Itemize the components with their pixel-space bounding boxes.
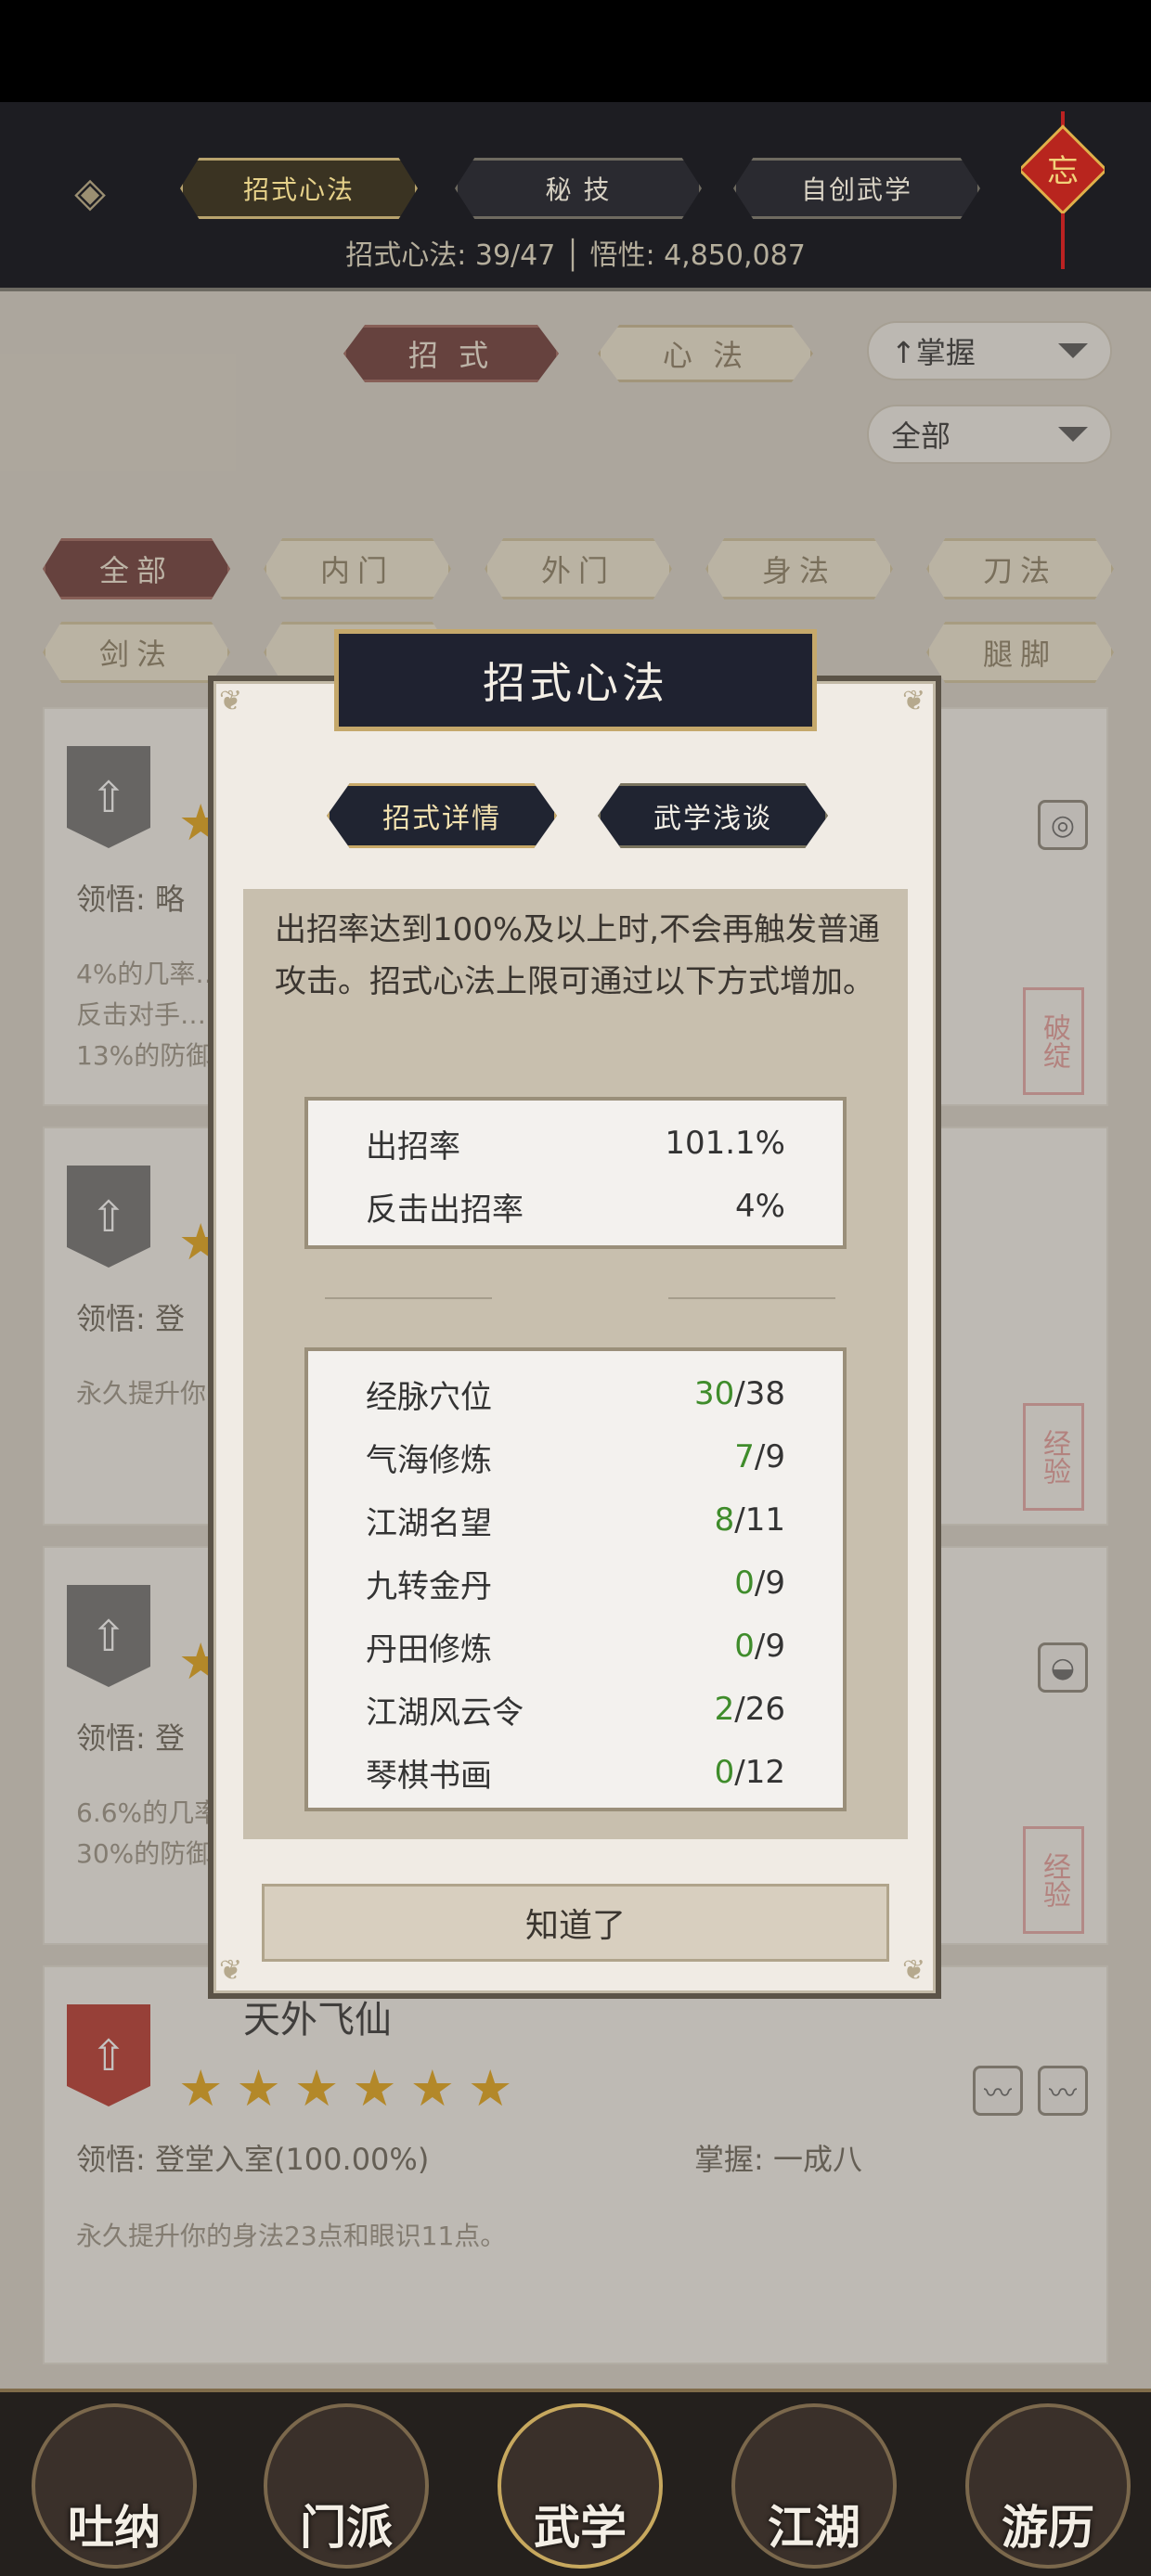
source-row: 江湖名望 8/11 — [366, 1492, 785, 1548]
nav-label: 江湖 — [768, 2501, 860, 2555]
nav-jianghu[interactable]: 江湖 — [731, 2403, 897, 2569]
source-label: 气海修炼 — [366, 1441, 492, 1479]
source-label: 江湖名望 — [366, 1504, 492, 1542]
svg-text:忘: 忘 — [1047, 153, 1079, 190]
corner-ornament: ❦ — [219, 685, 243, 717]
nav-travel[interactable]: 游历 — [965, 2403, 1131, 2569]
source-value: 7/9 — [734, 1438, 785, 1475]
source-row: 丹田修炼 0/9 — [366, 1618, 785, 1674]
rate-table: 出招率 101.1% 反击出招率 4% — [304, 1097, 847, 1249]
tab-move-details[interactable]: 招式详情 — [327, 783, 557, 848]
corner-ornament: ❦ — [902, 685, 926, 717]
source-label: 九转金丹 — [366, 1567, 492, 1605]
source-row: 气海修炼 7/9 — [366, 1429, 785, 1485]
divider — [325, 1297, 492, 1299]
nav-breathing[interactable]: 吐纳 — [32, 2403, 197, 2569]
nav-label: 门派 — [300, 2501, 393, 2555]
source-value: 8/11 — [714, 1501, 785, 1539]
skill-stats: 招式心法: 39/47 │ 悟性: 4,850,087 — [345, 239, 806, 272]
divider — [668, 1297, 835, 1299]
rate-value: 101.1% — [665, 1125, 785, 1162]
rate-label: 出招率 — [366, 1127, 460, 1166]
dialog-title: 招式心法 — [334, 629, 817, 731]
source-row: 经脉穴位 30/38 — [366, 1366, 785, 1422]
source-label: 经脉穴位 — [366, 1378, 492, 1416]
eye-icon[interactable]: ◈ — [58, 160, 123, 225]
tab-moves-mindset[interactable]: 招式心法 — [180, 158, 418, 219]
source-value: 0/9 — [734, 1628, 785, 1665]
tab-secret-skill[interactable]: 秘 技 — [455, 158, 702, 219]
tab-martial-talk[interactable]: 武学浅谈 — [598, 783, 828, 848]
source-table: 经脉穴位 30/38 气海修炼 7/9 江湖名望 8/11 九转金丹 0/9 丹田修炼 0… — [304, 1347, 847, 1811]
rate-value: 4% — [735, 1188, 785, 1225]
source-value: 0/12 — [714, 1754, 785, 1791]
source-label: 琴棋书画 — [366, 1757, 492, 1795]
rate-row: 出招率 101.1% — [366, 1115, 785, 1171]
status-bar — [0, 0, 1151, 102]
rate-row: 反击出招率 4% — [366, 1179, 785, 1234]
source-row: 琴棋书画 0/12 — [366, 1745, 785, 1800]
ok-button[interactable]: 知道了 — [262, 1884, 889, 1962]
source-row: 江湖风云令 2/26 — [366, 1681, 785, 1737]
source-label: 江湖风云令 — [366, 1694, 524, 1732]
source-value: 2/26 — [714, 1691, 785, 1728]
dialog-description: 出招率达到100%及以上时,不会再触发普通攻击。招式心法上限可通过以下方式增加。 — [275, 911, 881, 1000]
rate-label: 反击出招率 — [366, 1191, 524, 1229]
source-value: 30/38 — [694, 1375, 785, 1412]
source-value: 0/9 — [734, 1565, 785, 1602]
source-row: 九转金丹 0/9 — [366, 1555, 785, 1611]
chinese-knot-icon[interactable]: 忘 — [1021, 111, 1105, 278]
corner-ornament: ❦ — [902, 1954, 926, 1987]
tab-custom-martial[interactable]: 自创武学 — [733, 158, 980, 219]
nav-label: 武学 — [534, 2501, 627, 2555]
nav-label: 游历 — [1002, 2501, 1094, 2555]
source-label: 丹田修炼 — [366, 1630, 492, 1668]
nav-label: 吐纳 — [68, 2501, 161, 2555]
nav-martial-arts[interactable]: 武学 — [498, 2403, 663, 2569]
corner-ornament: ❦ — [219, 1954, 243, 1987]
nav-sect[interactable]: 门派 — [264, 2403, 429, 2569]
